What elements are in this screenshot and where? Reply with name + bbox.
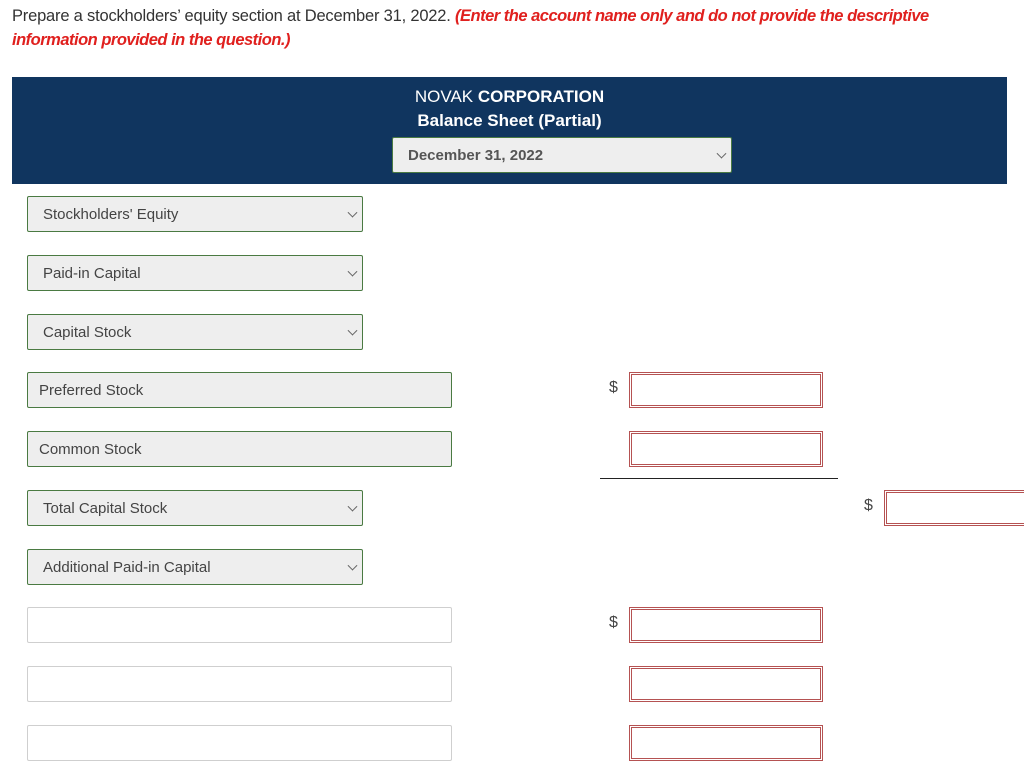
account-name-field[interactable] (27, 607, 452, 643)
chevron-down-icon (347, 325, 358, 336)
chevron-down-icon (347, 207, 358, 218)
account-select[interactable]: Total Capital Stock (27, 490, 363, 526)
chevron-down-icon (347, 560, 358, 571)
subtotal-rule (600, 478, 838, 479)
chevron-down-icon (347, 266, 358, 277)
amount-input[interactable] (629, 607, 823, 643)
dollar-sign: $ (864, 497, 873, 514)
account-name-field[interactable] (27, 725, 452, 761)
statement-title: Balance Sheet (Partial) (417, 111, 602, 130)
chevron-down-icon (716, 148, 727, 159)
date-select[interactable]: December 31, 2022 (392, 137, 732, 173)
amount-input[interactable] (629, 666, 823, 702)
chevron-down-icon (347, 501, 358, 512)
account-name-field[interactable] (27, 666, 452, 702)
account-name-field[interactable]: Preferred Stock (27, 372, 452, 408)
account-name-field[interactable]: Common Stock (27, 431, 452, 467)
instructions: Prepare a stockholders’ equity section a… (12, 4, 1012, 52)
account-select[interactable]: Stockholders' Equity (27, 196, 363, 232)
instruction-text: Prepare a stockholders’ equity section a… (12, 7, 451, 25)
amount-input[interactable] (629, 431, 823, 467)
account-select[interactable]: Capital Stock (27, 314, 363, 350)
total-amount-input[interactable] (884, 490, 1024, 526)
dollar-sign: $ (609, 614, 618, 631)
amount-input[interactable] (629, 725, 823, 761)
account-select[interactable]: Additional Paid-in Capital (27, 549, 363, 585)
dollar-sign: $ (609, 379, 618, 396)
account-select[interactable]: Paid-in Capital (27, 255, 363, 291)
amount-input[interactable] (629, 372, 823, 408)
company-name: NOVAK CORPORATION (414, 87, 605, 106)
